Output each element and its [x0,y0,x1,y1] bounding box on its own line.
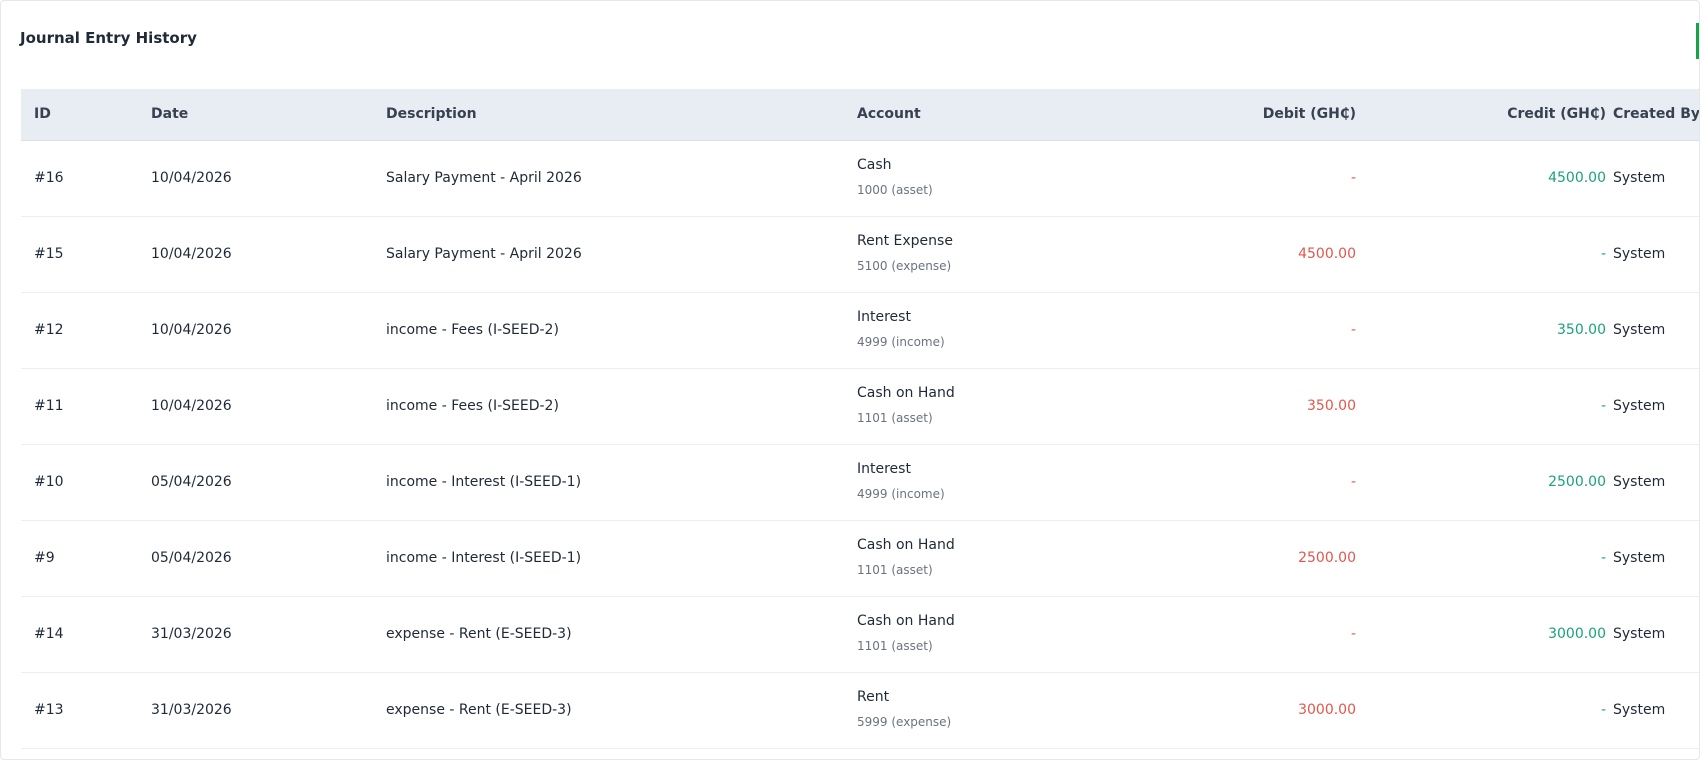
column-header-account[interactable]: Account [857,89,1157,140]
entry-debit: 350.00 [1307,398,1356,414]
entry-date: 10/04/2026 [151,398,232,414]
entry-description: Salary Payment - April 2026 [386,246,582,262]
entry-credit: - [1600,246,1606,262]
table-row[interactable]: #15 10/04/2026 Salary Payment - April 20… [21,217,1699,293]
entry-description: expense - Rent (E-SEED-3) [386,626,572,642]
entry-id: #9 [34,550,55,566]
column-header-debit[interactable]: Debit (GH₵) [1121,89,1356,140]
table-row[interactable]: #13 31/03/2026 expense - Rent (E-SEED-3)… [21,673,1699,749]
entry-id: #15 [34,246,64,262]
entry-account: Cash on Hand 1101 (asset) [857,383,1157,427]
journal-entry-history-panel: Journal Entry History ID Date Descriptio… [0,0,1700,760]
account-code-type: 1101 (asset) [857,411,933,425]
account-name: Cash on Hand [857,537,955,553]
entry-description: income - Interest (I-SEED-1) [386,550,582,566]
account-name: Rent [857,689,890,705]
entry-debit: 2500.00 [1298,550,1356,566]
entry-date: 05/04/2026 [151,474,232,490]
entry-description: income - Fees (I-SEED-2) [386,322,559,338]
account-code-type: 1101 (asset) [857,563,933,577]
entry-created-by: System [1613,246,1666,262]
entry-created-by: System [1613,702,1666,718]
entry-account: Cash on Hand 1101 (asset) [857,535,1157,579]
table-row[interactable]: #9 05/04/2026 income - Interest (I-SEED-… [21,521,1699,597]
entry-id: #16 [34,170,64,186]
column-header-date[interactable]: Date [151,89,351,140]
entry-id: #10 [34,474,64,490]
entry-id: #14 [34,626,64,642]
table-row[interactable]: #14 31/03/2026 expense - Rent (E-SEED-3)… [21,597,1699,673]
entry-account: Interest 4999 (income) [857,459,1157,503]
entry-date: 31/03/2026 [151,626,232,642]
column-header-created-by[interactable]: Created By [1613,89,1699,140]
entry-created-by: System [1613,474,1666,490]
entry-date: 31/03/2026 [151,702,232,718]
entry-created-by: System [1613,550,1666,566]
account-code-type: 1101 (asset) [857,639,933,653]
entry-credit: - [1600,702,1606,718]
table-row[interactable]: #10 05/04/2026 income - Interest (I-SEED… [21,445,1699,521]
entry-credit: 350.00 [1557,322,1606,338]
table-row[interactable]: #16 10/04/2026 Salary Payment - April 20… [21,141,1699,217]
entry-account: Cash 1000 (asset) [857,155,1157,199]
entry-credit: - [1600,398,1606,414]
account-code-type: 4999 (income) [857,335,945,349]
entry-date: 10/04/2026 [151,246,232,262]
entry-date: 10/04/2026 [151,322,232,338]
account-code-type: 1000 (asset) [857,183,933,197]
panel-title: Journal Entry History [20,29,197,47]
column-header-description[interactable]: Description [386,89,816,140]
entry-debit: - [1350,170,1356,186]
panel-edge-accent [1696,23,1699,59]
entry-created-by: System [1613,170,1666,186]
account-name: Rent Expense [857,233,953,249]
account-name: Cash on Hand [857,385,955,401]
entry-account: Cash on Hand 1101 (asset) [857,611,1157,655]
entry-debit: 4500.00 [1298,246,1356,262]
account-name: Interest [857,309,911,325]
entry-account: Interest 4999 (income) [857,307,1157,351]
table-header: ID Date Description Account Debit (GH₵) … [21,89,1699,141]
entry-date: 05/04/2026 [151,550,232,566]
entry-credit: 2500.00 [1548,474,1606,490]
account-name: Cash on Hand [857,613,955,629]
table-row[interactable]: #11 10/04/2026 income - Fees (I-SEED-2) … [21,369,1699,445]
table-row[interactable]: #12 10/04/2026 income - Fees (I-SEED-2) … [21,293,1699,369]
journal-table: ID Date Description Account Debit (GH₵) … [21,89,1699,749]
entry-date: 10/04/2026 [151,170,232,186]
column-header-credit[interactable]: Credit (GH₵) [1371,89,1606,140]
entry-account: Rent 5999 (expense) [857,687,1157,731]
entry-created-by: System [1613,398,1666,414]
entry-credit: 4500.00 [1548,170,1606,186]
table-body: #16 10/04/2026 Salary Payment - April 20… [21,141,1699,749]
entry-debit: 3000.00 [1298,702,1356,718]
account-code-type: 5999 (expense) [857,715,952,729]
column-header-id[interactable]: ID [34,89,134,140]
entry-description: income - Interest (I-SEED-1) [386,474,582,490]
account-code-type: 4999 (income) [857,487,945,501]
entry-credit: 3000.00 [1548,626,1606,642]
entry-id: #13 [34,702,64,718]
entry-debit: - [1350,626,1356,642]
entry-description: expense - Rent (E-SEED-3) [386,702,572,718]
entry-debit: - [1350,474,1356,490]
entry-debit: - [1350,322,1356,338]
account-code-type: 5100 (expense) [857,259,952,273]
entry-description: income - Fees (I-SEED-2) [386,398,559,414]
entry-id: #11 [34,398,64,414]
entry-id: #12 [34,322,64,338]
entry-created-by: System [1613,322,1666,338]
entry-created-by: System [1613,626,1666,642]
entry-description: Salary Payment - April 2026 [386,170,582,186]
account-name: Interest [857,461,911,477]
entry-account: Rent Expense 5100 (expense) [857,231,1157,275]
account-name: Cash [857,157,892,173]
entry-credit: - [1600,550,1606,566]
